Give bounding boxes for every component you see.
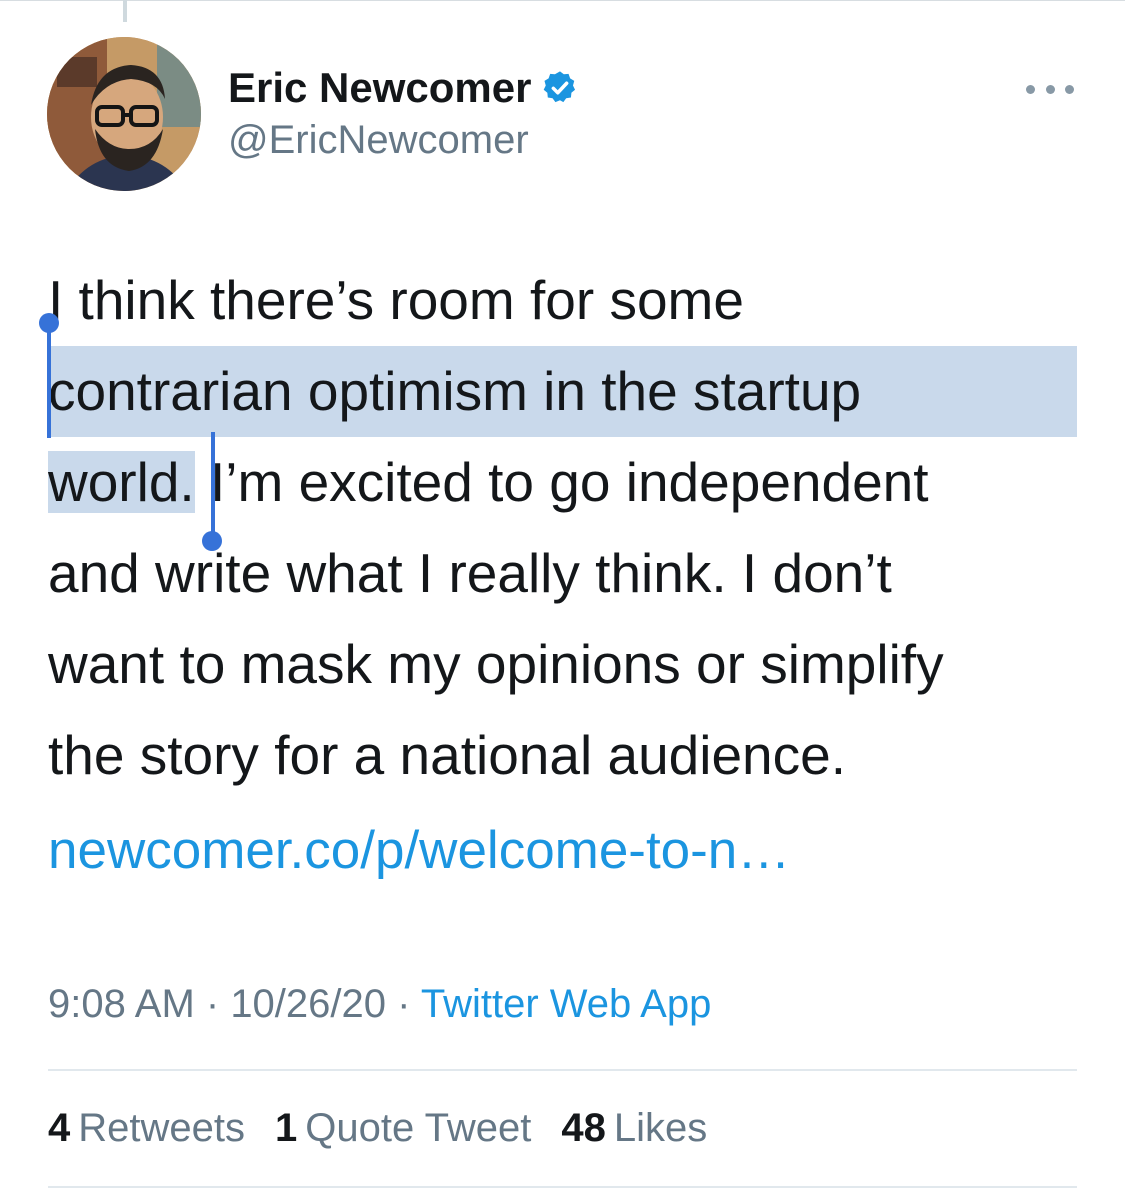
quote-tweets-stat[interactable]: 1 Quote Tweet <box>275 1106 531 1151</box>
retweets-count: 4 <box>48 1106 71 1150</box>
more-dots-icon <box>1026 84 1035 94</box>
retweets-stat[interactable]: 4 Retweets <box>48 1106 245 1151</box>
text-segment: I think there’s room for some <box>48 269 744 331</box>
tweet-text-line: I think there’s room for some <box>48 255 1088 346</box>
retweets-label: Retweets <box>78 1106 245 1150</box>
divider <box>48 1186 1077 1188</box>
tweet-text-line: the story for a national audience. <box>48 710 1088 801</box>
more-dots-icon <box>1065 84 1074 94</box>
avatar[interactable] <box>47 37 201 191</box>
meta-separator: · <box>194 982 231 1026</box>
quote-tweets-count: 1 <box>275 1106 298 1150</box>
quote-tweets-label: Quote Tweet <box>305 1106 532 1150</box>
more-dots-icon <box>1045 84 1055 94</box>
top-divider <box>0 0 1125 1</box>
verified-badge-icon <box>544 71 576 103</box>
text-segment: I’m excited to go independent <box>194 451 929 513</box>
tweet-text-line: want to mask my opinions or simplify <box>48 619 1088 710</box>
likes-count: 48 <box>561 1106 606 1150</box>
tweet-source[interactable]: Twitter Web App <box>421 982 712 1026</box>
more-options-button[interactable] <box>1026 80 1074 98</box>
selection-start-caret <box>47 330 51 438</box>
tweet-text[interactable]: I think there’s room for some contrarian… <box>48 255 1088 801</box>
selection-end-handle-icon[interactable] <box>202 531 222 551</box>
selected-text: world. <box>48 451 195 513</box>
text-segment: and write what I really think. I don’t <box>48 542 892 604</box>
likes-label: Likes <box>613 1106 708 1150</box>
author-display-name[interactable]: Eric Newcomer <box>228 64 579 112</box>
author-name-text: Eric Newcomer <box>228 64 532 111</box>
likes-stat[interactable]: 48 Likes <box>561 1106 707 1151</box>
tweet-meta: 9:08 AM · 10/26/20 · Twitter Web App <box>48 982 711 1027</box>
tweet-stats: 4 Retweets 1 Quote Tweet 48 Likes <box>48 1106 707 1151</box>
meta-separator: · <box>386 982 421 1026</box>
tweet-link[interactable]: newcomer.co/p/welcome-to-n… <box>48 820 790 881</box>
selected-text: contrarian optimism in the startup <box>48 346 1077 437</box>
thread-line <box>123 0 127 22</box>
text-segment: want to mask my opinions or simplify <box>48 633 944 695</box>
tweet-time[interactable]: 9:08 AM <box>48 982 195 1026</box>
author-handle[interactable]: @EricNewcomer <box>228 118 529 163</box>
tweet-text-line: contrarian optimism in the startup <box>48 346 1088 437</box>
tweet-text-line: world. I’m excited to go independent <box>48 437 1088 528</box>
text-segment: the story for a national audience. <box>48 724 847 786</box>
divider <box>48 1069 1077 1071</box>
selection-end-caret <box>211 432 215 540</box>
tweet-date[interactable]: 10/26/20 <box>230 982 386 1026</box>
